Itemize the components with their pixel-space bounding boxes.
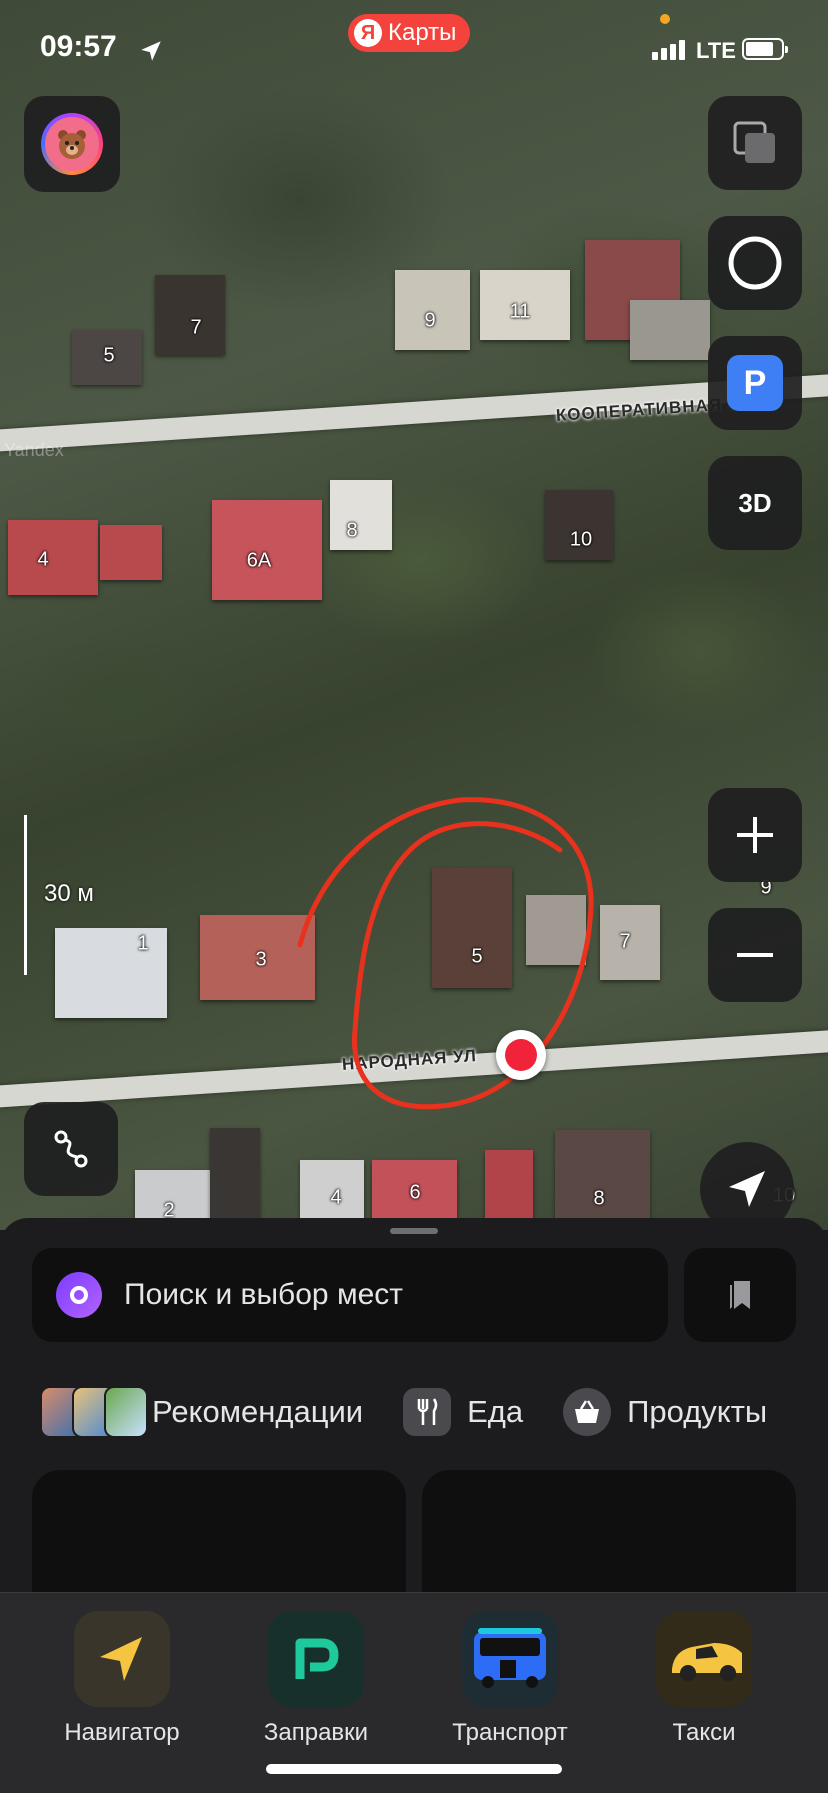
- layers-button[interactable]: [708, 96, 802, 190]
- category-label: Еда: [467, 1394, 524, 1429]
- network-type: LTE: [696, 38, 736, 63]
- dock-label: Транспорт: [452, 1719, 568, 1746]
- category-recommendations[interactable]: Рекомендации: [40, 1386, 363, 1438]
- 3d-button[interactable]: 3D: [708, 456, 802, 550]
- status-bar: 09:57 Я Карты LTE: [0, 0, 828, 100]
- app-badge-title: Карты: [388, 19, 457, 46]
- navigator-arrow-icon: [74, 1611, 170, 1707]
- dock-fuel[interactable]: Заправки: [226, 1611, 406, 1747]
- fuel-p-icon: [268, 1611, 364, 1707]
- route-icon: [54, 1130, 88, 1168]
- recommendation-card[interactable]: [422, 1470, 796, 1600]
- yandex-logo-icon: Я: [354, 19, 382, 47]
- scale-bar: [24, 815, 27, 975]
- scale-label: 30 м: [44, 880, 94, 907]
- category-chips[interactable]: Рекомендации Еда Продукты: [40, 1376, 828, 1448]
- alice-circle-icon: [728, 236, 782, 290]
- zoom-out-button[interactable]: [708, 908, 802, 1002]
- alice-icon: [56, 1272, 102, 1318]
- profile-avatar-button[interactable]: [24, 96, 120, 192]
- fork-knife-icon: [403, 1388, 452, 1436]
- alice-button[interactable]: [708, 216, 802, 310]
- cellular-signal-icon: [652, 40, 685, 60]
- dock-label: Такси: [672, 1719, 736, 1746]
- dock-taxi[interactable]: Такси: [614, 1611, 794, 1747]
- 3d-label: 3D: [738, 487, 772, 518]
- dock-transport[interactable]: Транспорт: [420, 1611, 600, 1747]
- bus-icon: [462, 1611, 558, 1707]
- category-label: Рекомендации: [152, 1394, 364, 1429]
- recommendation-card[interactable]: [32, 1470, 406, 1600]
- zoom-in-button[interactable]: [708, 788, 802, 882]
- parking-button[interactable]: P: [708, 336, 802, 430]
- minus-icon: [737, 953, 773, 957]
- bookmarks-icon: [730, 1281, 750, 1309]
- dock-navigator[interactable]: Навигатор: [32, 1611, 212, 1747]
- dock-label: Заправки: [263, 1719, 369, 1746]
- route-button[interactable]: [24, 1102, 118, 1196]
- search-placeholder: Поиск и выбор мест: [124, 1278, 403, 1311]
- battery-icon: [742, 38, 788, 60]
- search-input[interactable]: Поиск и выбор мест: [32, 1248, 668, 1342]
- privacy-indicator-dot: [660, 14, 670, 24]
- dock-label: Навигатор: [64, 1719, 180, 1746]
- navigation-arrow-icon: [729, 1171, 765, 1207]
- annotation-circle: [297, 797, 594, 1110]
- category-label: Продукты: [627, 1394, 768, 1429]
- plus-icon: [737, 817, 773, 853]
- location-pin[interactable]: [496, 1030, 546, 1080]
- services-dock: Навигатор Заправки Транспорт Такси: [0, 1592, 828, 1793]
- recommendations-images: [40, 1386, 148, 1438]
- sheet-handle[interactable]: [390, 1228, 438, 1234]
- parking-icon: P: [727, 355, 783, 411]
- location-services-icon: [141, 41, 161, 61]
- basket-icon: [563, 1388, 612, 1436]
- satellite-map[interactable]: КООПЕРАТИВНАЯ УЛ НАРОДНАЯ УЛ Yandex 5 7 …: [0, 0, 828, 1230]
- category-food[interactable]: Еда: [403, 1388, 523, 1436]
- bookmarks-button[interactable]: [684, 1248, 796, 1342]
- bear-avatar-icon: [45, 117, 99, 171]
- category-groceries[interactable]: Продукты: [563, 1388, 767, 1436]
- app-badge[interactable]: Я Карты: [348, 14, 471, 52]
- taxi-car-icon: [656, 1611, 752, 1707]
- layers-icon: [733, 121, 775, 163]
- status-time: 09:57: [40, 30, 117, 63]
- home-indicator: [266, 1764, 562, 1774]
